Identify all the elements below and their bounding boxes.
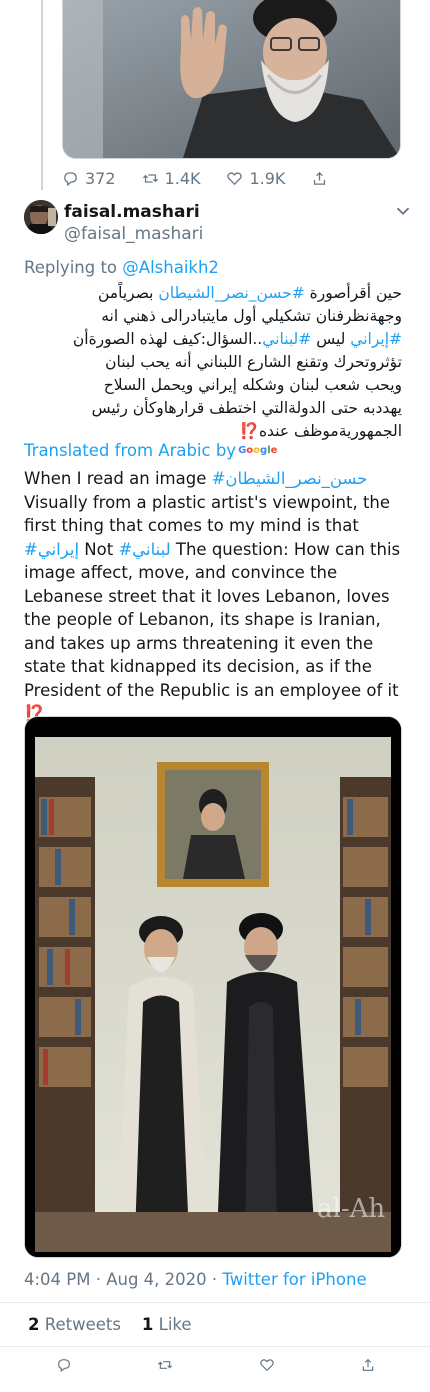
previous-tweet-photo-graphic: [63, 0, 400, 158]
divider: [0, 1302, 430, 1303]
arabic-text: يهددبه حتى الدولةالتي اختطف قرارهاوكأن ر…: [91, 399, 402, 417]
retweet-count: 1.4K: [164, 168, 201, 188]
hashtag-link[interactable]: #إيراني: [350, 330, 402, 348]
arabic-text: الجمهوريةموظف عنده: [258, 422, 402, 440]
thread-connector-line: [41, 0, 43, 190]
author-display-name[interactable]: faisal.mashari: [64, 202, 200, 222]
tweet-stats: 2 Retweets 1 Like: [28, 1315, 192, 1334]
replying-to-link[interactable]: @Alshaikh2: [122, 258, 219, 277]
reply-icon: [64, 171, 77, 186]
tweet-metadata: 4:04 PM · Aug 4, 2020 · Twitter for iPho…: [24, 1270, 367, 1289]
retweet-button[interactable]: [157, 1352, 173, 1378]
retweet-action[interactable]: 1.4K: [142, 168, 201, 188]
likes-label: Like: [153, 1315, 192, 1334]
previous-tweet-actions: 372 1.4K 1.9K: [62, 166, 399, 190]
reply-count: 372: [85, 168, 116, 188]
divider: [0, 1346, 430, 1347]
retweet-icon: [158, 1361, 173, 1369]
retweet-icon: [142, 173, 158, 183]
replying-to-prefix: Replying to: [24, 258, 123, 277]
arabic-text: ويحب شعب لبنان وشكله إيراني ويحمل السلاح: [103, 376, 402, 394]
tweet-source-link[interactable]: Twitter for iPhone: [222, 1270, 366, 1289]
reply-button[interactable]: [56, 1352, 72, 1378]
share-icon: [362, 1358, 374, 1371]
avatar[interactable]: [24, 200, 58, 234]
translation-text: When I read an image: [24, 469, 212, 488]
share-icon: [314, 171, 326, 185]
like-icon: [227, 171, 243, 185]
photo-watermark: al-Ah: [317, 1194, 385, 1224]
tweet-timestamp[interactable]: 4:04 PM · Aug 4, 2020: [24, 1270, 207, 1289]
arabic-text: بصرياًمن: [98, 284, 159, 302]
tweet-photo[interactable]: al-Ah: [24, 716, 402, 1258]
like-icon: [259, 1359, 274, 1372]
translation-attribution: Translated from Arabic by Google: [24, 441, 277, 460]
arabic-text: تؤثروتحرك وتقنع الشارع اللبناني أنه يحب …: [105, 353, 402, 371]
arabic-text: ليس: [311, 330, 351, 348]
interrobang-emoji: ⁉️: [239, 422, 259, 440]
hashtag-link[interactable]: #لبناني: [118, 540, 170, 559]
arabic-text: وجهةنظرفنان تشكيلي أول مايتبادرالى ذهني …: [101, 307, 402, 325]
translation-text: Not: [79, 539, 119, 559]
google-logo: Google: [238, 445, 278, 456]
replying-to: Replying to @Alshaikh2: [24, 258, 219, 277]
previous-tweet-photo[interactable]: [62, 0, 401, 159]
reply-icon: [58, 1359, 70, 1373]
avatar-image: [24, 200, 58, 234]
hashtag-link[interactable]: #إيراني: [24, 540, 79, 559]
meta-separator: ·: [206, 1270, 223, 1289]
translated-from-link[interactable]: Translated from Arabic by: [24, 441, 236, 460]
chevron-down-icon[interactable]: [392, 200, 414, 222]
translation-text: The question: How can this image affect,…: [24, 539, 401, 700]
reply-action[interactable]: 372: [62, 169, 116, 188]
hashtag-link[interactable]: #حسن_نصر_الشيطان: [212, 469, 368, 488]
arabic-text: ..السؤال:كيف لهذه الصورةأن: [72, 330, 263, 348]
arabic-text: حين أقرأصورة: [304, 284, 402, 302]
tweet-text-translation: When I read an image #حسن_نصر_الشيطان Vi…: [24, 467, 406, 726]
like-count: 1.9K: [249, 168, 286, 188]
retweets-label: Retweets: [39, 1315, 121, 1334]
author-handle[interactable]: @faisal_mashari: [64, 224, 203, 244]
share-action[interactable]: [311, 170, 328, 187]
translation-text: Visually from a plastic artist's viewpoi…: [24, 492, 391, 536]
hashtag-link[interactable]: #حسن_نصر_الشيطان: [158, 284, 304, 302]
hashtag-link[interactable]: #لبناني: [262, 330, 311, 348]
retweets-stat[interactable]: 2 Retweets: [28, 1315, 121, 1334]
share-button[interactable]: [360, 1352, 376, 1378]
tweet-author-header: faisal.mashari @faisal_mashari: [24, 200, 414, 250]
tweet-photo-graphic: al-Ah: [25, 717, 401, 1257]
likes-stat[interactable]: 1 Like: [142, 1315, 192, 1334]
retweets-count: 2: [28, 1315, 40, 1334]
tweet-actions: [56, 1352, 376, 1378]
tweet-text-arabic: حين أقرأصورة #حسن_نصر_الشيطان بصرياًمن و…: [24, 282, 402, 443]
like-button[interactable]: [259, 1352, 275, 1378]
likes-count: 1: [141, 1315, 154, 1334]
like-action[interactable]: 1.9K: [226, 169, 285, 188]
